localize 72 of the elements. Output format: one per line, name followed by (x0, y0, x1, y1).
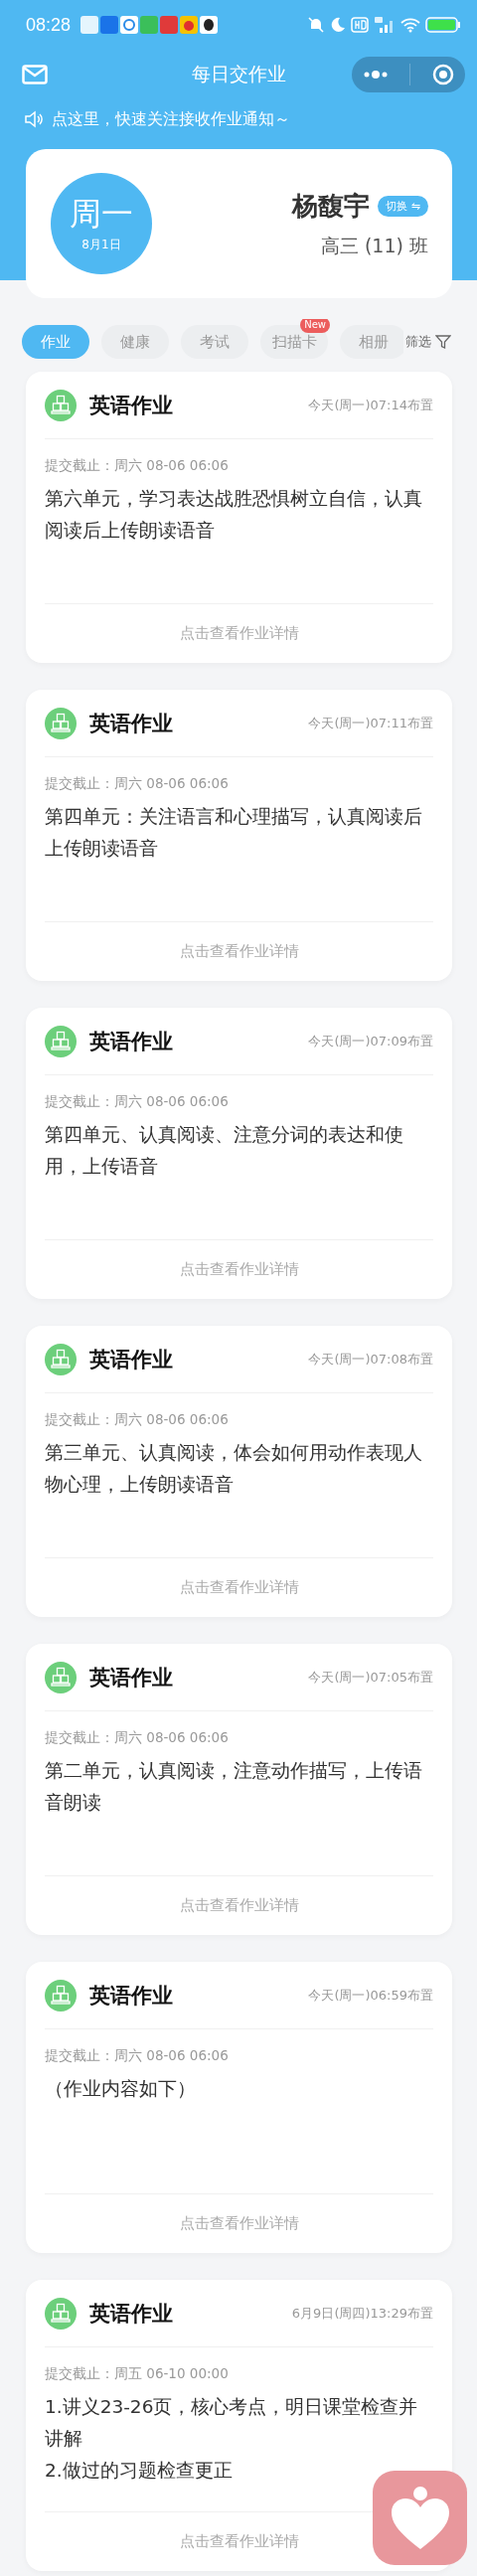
view-details-link[interactable]: 点击查看作业详情 (179, 1896, 299, 1915)
subject-title: 英语作业 (89, 710, 173, 737)
view-details-link[interactable]: 点击查看作业详情 (179, 624, 299, 643)
filter-tab[interactable]: 考试 (181, 325, 248, 359)
deadline-text: 提交截止：周六 08-06 06:06 (45, 2047, 230, 2065)
speaker-icon (24, 110, 44, 128)
app-icon (100, 16, 119, 34)
abc-blocks-icon (45, 389, 77, 421)
view-details-link[interactable]: 点击查看作业详情 (179, 942, 299, 961)
subject-title: 英语作业 (89, 392, 173, 419)
date-label: 8月1日 (81, 236, 121, 253)
switch-button[interactable]: 切换 ⇋ (378, 195, 428, 217)
app-icon (80, 16, 99, 34)
assignment-text: 第二单元，认真阅读，注意动作描写，上传语音朗读 (45, 1759, 423, 1815)
close-target-icon[interactable] (432, 64, 455, 85)
new-badge: New (300, 319, 330, 333)
deadline-text: 提交截止：周六 08-06 06:06 (45, 775, 230, 793)
page-title: 每日交作业 (190, 62, 287, 86)
assignment-text: （作业内容如下） (45, 2077, 197, 2101)
student-name: 杨馥宇 (292, 189, 371, 223)
mute-bell-icon (307, 16, 325, 34)
filter-tab[interactable]: 相册 (340, 325, 403, 359)
weekday-label: 周一 (70, 194, 133, 233)
class-label: 高三 (11) 班 (320, 233, 428, 258)
app-icon (200, 16, 219, 34)
app-icon (180, 16, 199, 34)
hd-icon (351, 17, 369, 33)
moon-icon (330, 17, 346, 33)
assignment-text: 第四单元、认真阅读、注意分词的表达和使用，上传语音 (45, 1123, 404, 1179)
view-details-link[interactable]: 点击查看作业详情 (179, 1260, 299, 1279)
abc-blocks-icon (45, 1343, 77, 1375)
subject-title: 英语作业 (89, 1982, 173, 2010)
app-icon (120, 16, 139, 34)
deadline-text: 提交截止：周六 08-06 06:06 (45, 457, 230, 475)
assignment-card[interactable]: 英语作业 6月9日(周四)13:29布置 提交截止：周五 06-10 00:00 1.讲义23-26页，核心考点，明日课堂检查并讲解 2.做过的习题检查更正 点击查看作业详情 (26, 2280, 452, 2571)
abc-blocks-icon (45, 2297, 77, 2330)
battery-icon (425, 17, 461, 33)
deadline-text: 提交截止：周六 08-06 06:06 (45, 1729, 230, 1747)
filter-tab[interactable]: 健康 (101, 325, 169, 359)
floating-heart-button[interactable] (373, 2471, 467, 2565)
filter-icon (435, 334, 451, 350)
abc-blocks-icon (45, 1979, 77, 2012)
notice-link[interactable]: 点这里，快速关注接收作业通知～ (52, 108, 290, 130)
mail-icon[interactable] (22, 65, 48, 84)
assignment-text: 第六单元，学习表达战胜恐惧树立自信，认真阅读后上传朗读语音 (45, 487, 423, 543)
subject-title: 英语作业 (89, 2300, 173, 2328)
deadline-text: 提交截止：周六 08-06 06:06 (45, 1093, 230, 1111)
subject-title: 英语作业 (89, 1346, 173, 1373)
signal-icon (374, 16, 396, 34)
subject-title: 英语作业 (89, 1664, 173, 1691)
filter-tab[interactable]: 作业 (22, 325, 89, 359)
view-details-link[interactable]: 点击查看作业详情 (179, 1578, 299, 1597)
assigned-time: 6月9日(周四)13:29布置 (291, 2304, 433, 2323)
filter-button[interactable]: 筛选 (405, 327, 451, 351)
app-icon (140, 16, 159, 34)
assignment-text: 第四单元：关注语言和心理描写，认真阅读后上传朗读语音 (45, 805, 423, 861)
subject-title: 英语作业 (89, 1028, 173, 1055)
capsule-menu[interactable] (352, 57, 465, 92)
abc-blocks-icon (45, 1661, 77, 1693)
abc-blocks-icon (45, 707, 77, 739)
status-time: 08:28 (26, 14, 72, 36)
deadline-text: 提交截止：周六 08-06 06:06 (45, 1411, 230, 1429)
app-icon (160, 16, 179, 34)
more-icon[interactable] (362, 70, 389, 80)
view-details-link[interactable]: 点击查看作业详情 (179, 2214, 299, 2233)
deadline-text: 提交截止：周五 06-10 00:00 (45, 2365, 230, 2383)
assignment-text: 第三单元、认真阅读，体会如何用动作表现人物心理，上传朗读语音 (45, 1441, 423, 1497)
view-details-link[interactable]: 点击查看作业详情 (179, 2532, 299, 2551)
wifi-icon (400, 17, 420, 33)
abc-blocks-icon (45, 1025, 77, 1057)
heart-icon (389, 2485, 451, 2551)
assignment-text: 1.讲义23-26页，核心考点，明日课堂检查并讲解 2.做过的习题检查更正 (45, 2395, 419, 2483)
